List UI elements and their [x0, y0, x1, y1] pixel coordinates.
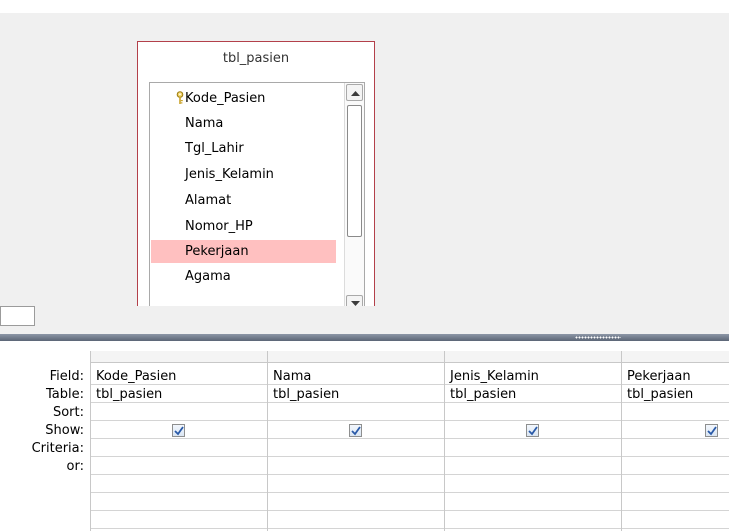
table-field-list-window[interactable]: tbl_pasien Kode_Pasien Nama Tgl_Lahir Je…: [137, 41, 375, 307]
splitter-grip-icon[interactable]: [575, 336, 621, 339]
row-label-sort: Sort:: [52, 405, 84, 420]
primary-key-icon: [176, 91, 184, 104]
empty-cell[interactable]: [268, 512, 444, 529]
empty-cell[interactable]: [91, 512, 267, 529]
column-selector[interactable]: [91, 351, 267, 363]
row-label-criteria: Criteria:: [31, 441, 84, 456]
field-item-alamat[interactable]: Alamat: [151, 189, 336, 212]
table-cell[interactable]: tbl_pasien: [268, 386, 444, 403]
grid-column-2[interactable]: Nama tbl_pasien: [268, 351, 445, 531]
field-label: Tgl_Lahir: [185, 141, 244, 156]
field-item-nama[interactable]: Nama: [151, 112, 336, 135]
sort-cell[interactable]: [445, 404, 621, 421]
table-cell[interactable]: tbl_pasien: [91, 386, 267, 403]
sort-cell[interactable]: [268, 404, 444, 421]
field-cell[interactable]: Kode_Pasien: [91, 368, 267, 385]
field-cell[interactable]: Pekerjaan: [622, 368, 729, 385]
sort-cell[interactable]: [91, 404, 267, 421]
checkmark-icon: [707, 426, 717, 436]
row-label-table: Table:: [46, 387, 84, 402]
empty-cell[interactable]: [622, 494, 729, 511]
empty-cell[interactable]: [445, 512, 621, 529]
or-cell[interactable]: [622, 458, 729, 475]
field-label: Pekerjaan: [185, 244, 249, 259]
field-item-kode-pasien[interactable]: Kode_Pasien: [151, 87, 336, 110]
field-label: Jenis_Kelamin: [185, 167, 274, 182]
query-design-grid: Field: Table: Sort: Show: Criteria: or: …: [0, 341, 729, 531]
empty-cell[interactable]: [445, 494, 621, 511]
column-selector[interactable]: [622, 351, 729, 363]
show-checkbox[interactable]: [172, 424, 185, 437]
arrow-up-icon: [351, 91, 360, 96]
field-cell[interactable]: Nama: [268, 368, 444, 385]
empty-cell[interactable]: [268, 476, 444, 493]
checkmark-icon: [351, 426, 361, 436]
query-design-view: tbl_pasien Kode_Pasien Nama Tgl_Lahir Je…: [0, 0, 729, 531]
table-pane[interactable]: tbl_pasien Kode_Pasien Nama Tgl_Lahir Je…: [0, 13, 729, 307]
or-cell[interactable]: [445, 458, 621, 475]
empty-cell[interactable]: [91, 494, 267, 511]
pane-scroll-strip: [0, 306, 729, 334]
criteria-cell[interactable]: [622, 440, 729, 457]
column-selector[interactable]: [268, 351, 444, 363]
grid-row-labels: Field: Table: Sort: Show: Criteria: or:: [0, 341, 90, 531]
field-item-nomor-hp[interactable]: Nomor_HP: [151, 215, 336, 238]
field-label: Nomor_HP: [185, 219, 253, 234]
grid-column-4[interactable]: Pekerjaan tbl_pasien: [622, 351, 729, 531]
scroll-thumb[interactable]: [347, 105, 362, 237]
show-cell: [622, 422, 729, 439]
field-label: Alamat: [185, 193, 232, 208]
grid-columns: Kode_Pasien tbl_pasien Nama tbl_pasien J…: [90, 351, 729, 531]
empty-cell[interactable]: [268, 494, 444, 511]
empty-cell[interactable]: [622, 512, 729, 529]
field-list-scrollbar[interactable]: [344, 83, 364, 307]
field-list[interactable]: Kode_Pasien Nama Tgl_Lahir Jenis_Kelamin…: [149, 82, 365, 307]
empty-cell[interactable]: [622, 476, 729, 493]
grid-column-3[interactable]: Jenis_Kelamin tbl_pasien: [445, 351, 622, 531]
sort-cell[interactable]: [622, 404, 729, 421]
empty-cell[interactable]: [445, 476, 621, 493]
grid-column-1[interactable]: Kode_Pasien tbl_pasien: [91, 351, 268, 531]
criteria-cell[interactable]: [91, 440, 267, 457]
table-title[interactable]: tbl_pasien: [138, 51, 374, 66]
table-cell[interactable]: tbl_pasien: [622, 386, 729, 403]
column-selector[interactable]: [445, 351, 621, 363]
show-checkbox[interactable]: [705, 424, 718, 437]
pane-splitter[interactable]: [0, 334, 729, 341]
field-label: Agama: [185, 269, 231, 284]
show-cell: [91, 422, 267, 439]
field-item-jenis-kelamin[interactable]: Jenis_Kelamin: [151, 163, 336, 186]
row-label-show: Show:: [45, 423, 84, 438]
field-label: Kode_Pasien: [185, 91, 266, 106]
field-item-tgl-lahir[interactable]: Tgl_Lahir: [151, 137, 336, 160]
criteria-cell[interactable]: [268, 440, 444, 457]
field-label: Nama: [185, 116, 224, 131]
checkmark-icon: [174, 426, 184, 436]
empty-cell[interactable]: [91, 476, 267, 493]
horizontal-scroll-box[interactable]: [0, 306, 35, 326]
field-item-pekerjaan[interactable]: Pekerjaan: [151, 240, 336, 263]
or-cell[interactable]: [268, 458, 444, 475]
row-label-or: or:: [66, 459, 84, 474]
show-cell: [445, 422, 621, 439]
scroll-up-button[interactable]: [346, 84, 363, 101]
row-label-field: Field:: [49, 369, 84, 384]
checkmark-icon: [528, 426, 538, 436]
field-item-agama[interactable]: Agama: [151, 265, 336, 288]
or-cell[interactable]: [91, 458, 267, 475]
table-cell[interactable]: tbl_pasien: [445, 386, 621, 403]
show-checkbox[interactable]: [349, 424, 362, 437]
criteria-cell[interactable]: [445, 440, 621, 457]
show-cell: [268, 422, 444, 439]
field-cell[interactable]: Jenis_Kelamin: [445, 368, 621, 385]
show-checkbox[interactable]: [526, 424, 539, 437]
